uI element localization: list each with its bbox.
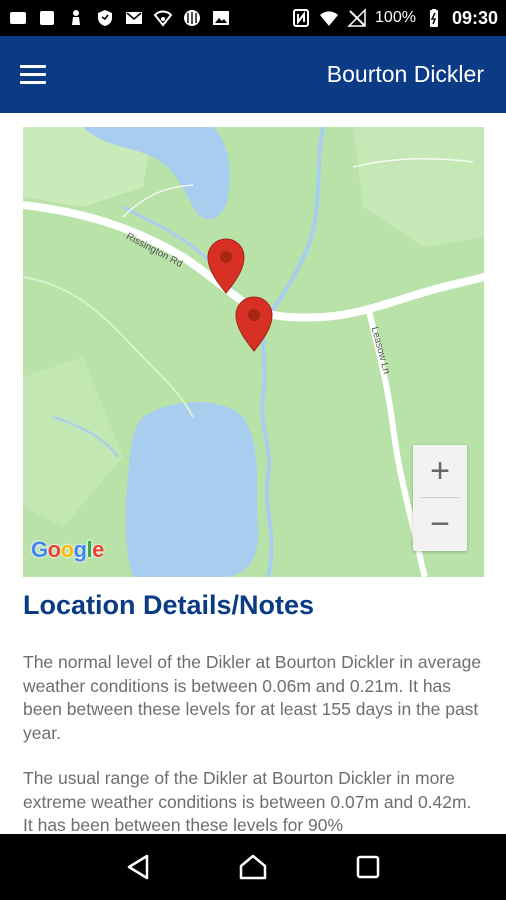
navigation-bar xyxy=(0,834,506,900)
map-marker-icon[interactable] xyxy=(235,296,273,352)
signal-off-icon xyxy=(347,8,367,28)
app-icon xyxy=(37,8,57,28)
details-paragraph: The usual range of the Dikler at Bourton… xyxy=(23,768,472,835)
vpn-icon xyxy=(153,8,173,28)
details-paragraph: The normal level of the Dikler at Bourto… xyxy=(23,652,482,743)
zoom-divider xyxy=(421,497,459,498)
image-icon xyxy=(211,8,231,28)
google-logo[interactable]: Google xyxy=(31,537,104,563)
battery-percent: 100% xyxy=(375,9,416,26)
zoom-out-button[interactable]: − xyxy=(413,498,467,551)
system-icons: 100% 09:30 xyxy=(291,8,498,29)
wifi-icon xyxy=(319,8,339,28)
gmail-icon xyxy=(124,8,144,28)
map-view[interactable]: Rissington Rd Leasow Ln + − Google xyxy=(23,127,484,577)
location-details: Location Details/Notes The normal level … xyxy=(23,590,485,860)
zoom-controls: + − xyxy=(413,445,467,551)
globe-icon xyxy=(182,8,202,28)
back-icon[interactable] xyxy=(118,847,158,887)
app-title: Bourton Dickler xyxy=(326,61,484,87)
status-bar: 100% 09:30 xyxy=(0,0,506,36)
battery-charging-icon xyxy=(424,8,444,28)
clock: 09:30 xyxy=(451,7,498,28)
shield-icon xyxy=(95,8,115,28)
message-icon xyxy=(8,8,28,28)
zoom-in-button[interactable]: + xyxy=(413,445,467,498)
nfc-icon xyxy=(291,8,311,28)
section-title: Location Details/Notes xyxy=(23,590,315,620)
recent-apps-icon[interactable] xyxy=(348,847,388,887)
map-marker-icon[interactable] xyxy=(207,238,245,294)
hamburger-menu-icon[interactable] xyxy=(20,60,50,90)
home-icon[interactable] xyxy=(233,847,273,887)
app-bar: Bourton Dickler xyxy=(0,36,506,113)
app-screen: 100% 09:30 Bourton Dickler Rissington Rd… xyxy=(0,0,506,900)
notification-icons xyxy=(8,8,231,28)
chess-icon xyxy=(66,8,86,28)
